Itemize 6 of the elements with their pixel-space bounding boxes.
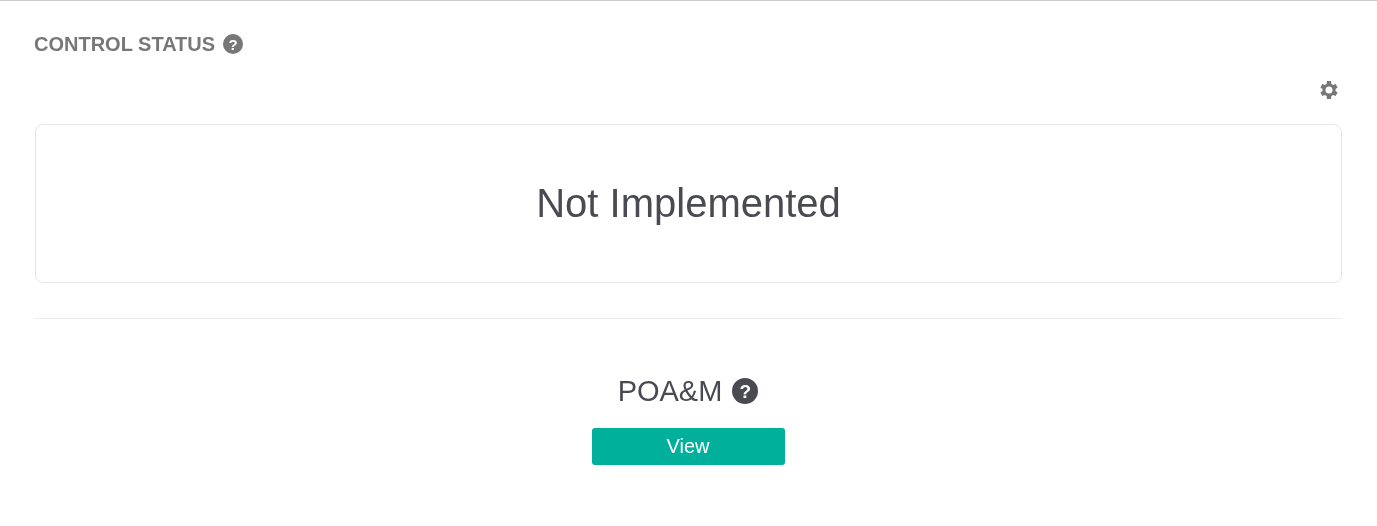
panel-title: CONTROL STATUS: [34, 32, 216, 56]
help-icon[interactable]: ?: [223, 34, 244, 54]
status-text: Not Implemented: [536, 181, 841, 226]
poam-title: POA&M: [617, 374, 723, 408]
view-button[interactable]: View: [591, 428, 785, 465]
help-icon[interactable]: ?: [732, 378, 759, 404]
